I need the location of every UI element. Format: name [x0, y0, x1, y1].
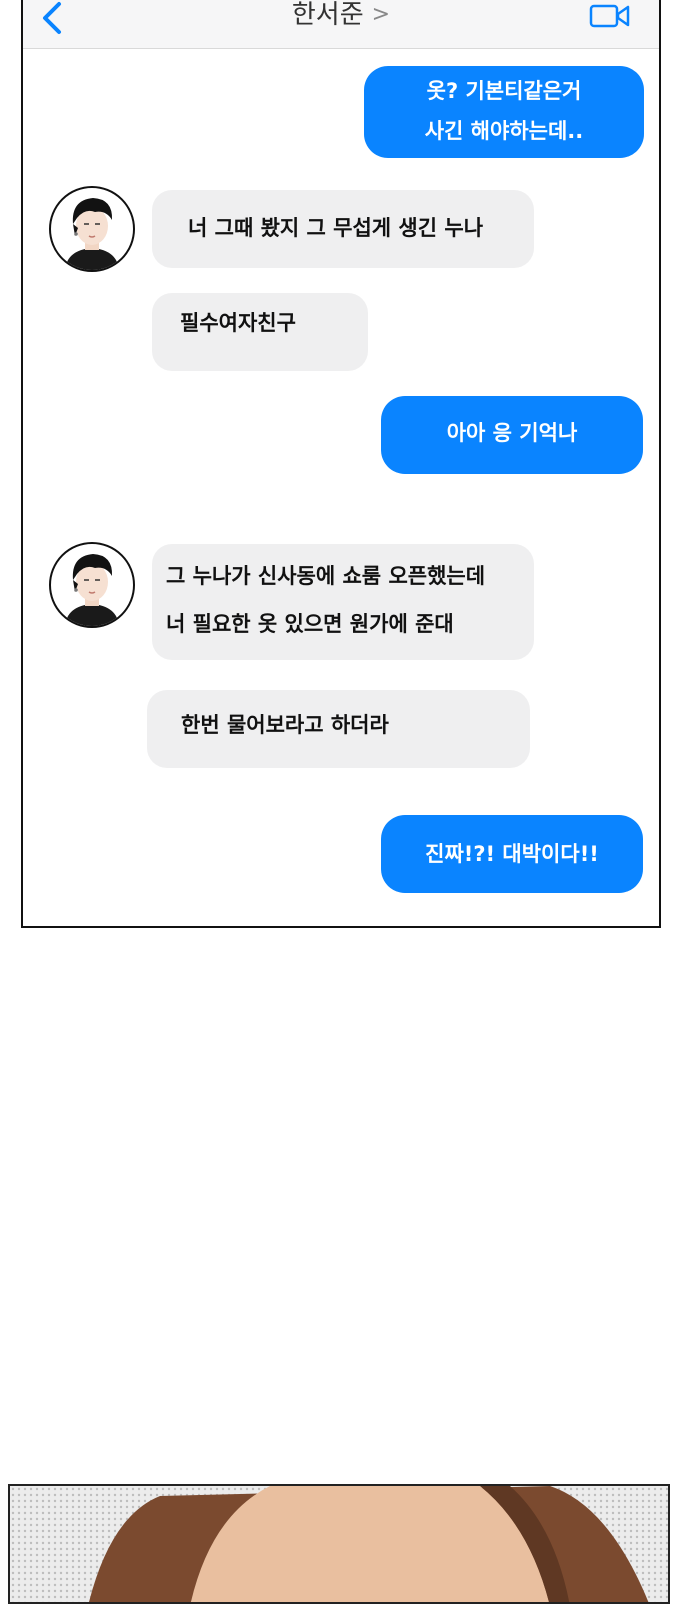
- chevron-right-icon: >: [371, 2, 391, 27]
- message-bubble-sent: 진짜!?! 대박이다!!: [381, 815, 643, 893]
- message-text: 그 누나가 신사동에 쇼룸 오픈했는데: [166, 564, 486, 588]
- contact-avatar[interactable]: [49, 186, 135, 272]
- message-text: 진짜!?! 대박이다!!: [425, 842, 599, 866]
- message-text: 필수여자친구: [180, 311, 296, 335]
- message-bubble-sent: 아아 응 기억나: [381, 396, 643, 474]
- contact-name: 한서준: [291, 0, 364, 30]
- chat-header: 한서준 >: [23, 0, 659, 49]
- next-comic-panel: [8, 1484, 670, 1604]
- message-text: 너 필요한 옷 있으면 원가에 준대: [166, 612, 454, 636]
- contact-avatar[interactable]: [49, 542, 135, 628]
- contact-title[interactable]: 한서준 >: [23, 0, 659, 38]
- message-bubble-received: 필수여자친구: [152, 293, 368, 371]
- avatar-illustration: [65, 198, 119, 270]
- video-call-icon[interactable]: [589, 2, 631, 30]
- message-text: 너 그때 봤지 그 무섭게 생긴 누나: [188, 216, 484, 240]
- message-text: 한번 물어보라고 하더라: [181, 713, 389, 737]
- message-bubble-sent: 옷? 기본티같은거 사긴 해야하는데..: [364, 66, 644, 158]
- message-text: 옷? 기본티같은거: [426, 79, 582, 103]
- message-bubble-received: 한번 물어보라고 하더라: [147, 690, 530, 768]
- message-text: 사긴 해야하는데..: [424, 119, 584, 143]
- panel-illustration: [10, 1486, 668, 1602]
- avatar-illustration: [65, 554, 119, 626]
- message-text: 아아 응 기억나: [446, 421, 578, 445]
- message-bubble-received: 너 그때 봤지 그 무섭게 생긴 누나: [152, 190, 534, 268]
- message-bubble-received: 그 누나가 신사동에 쇼룸 오픈했는데 너 필요한 옷 있으면 원가에 준대: [152, 544, 534, 660]
- phone-chat-screen: 한서준 > 옷? 기본티같은거 사긴 해야하는데.. 너 그때 봤지 그 무섭게 …: [21, 0, 661, 928]
